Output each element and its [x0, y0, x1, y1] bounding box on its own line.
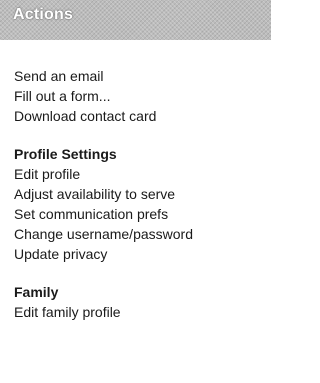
- edit-profile-link[interactable]: Edit profile: [14, 164, 271, 184]
- actions-group: Send an email Fill out a form... Downloa…: [14, 66, 271, 126]
- update-privacy-link[interactable]: Update privacy: [14, 244, 271, 264]
- adjust-availability-link[interactable]: Adjust availability to serve: [14, 184, 271, 204]
- actions-panel: Actions Send an email Fill out a form...…: [0, 0, 271, 383]
- family-group: Family Edit family profile: [14, 282, 271, 322]
- change-username-password-link[interactable]: Change username/password: [14, 224, 271, 244]
- set-communication-prefs-link[interactable]: Set communication prefs: [14, 204, 271, 224]
- profile-settings-group: Profile Settings Edit profile Adjust ava…: [14, 144, 271, 264]
- profile-settings-heading: Profile Settings: [14, 146, 117, 162]
- fill-out-form-link[interactable]: Fill out a form...: [14, 86, 271, 106]
- send-email-link[interactable]: Send an email: [14, 66, 271, 86]
- edit-family-profile-link[interactable]: Edit family profile: [14, 302, 271, 322]
- actions-header: Actions: [0, 0, 271, 40]
- download-contact-card-link[interactable]: Download contact card: [14, 106, 271, 126]
- actions-content: Send an email Fill out a form... Downloa…: [0, 40, 271, 322]
- actions-title: Actions: [13, 6, 74, 23]
- family-heading: Family: [14, 284, 59, 300]
